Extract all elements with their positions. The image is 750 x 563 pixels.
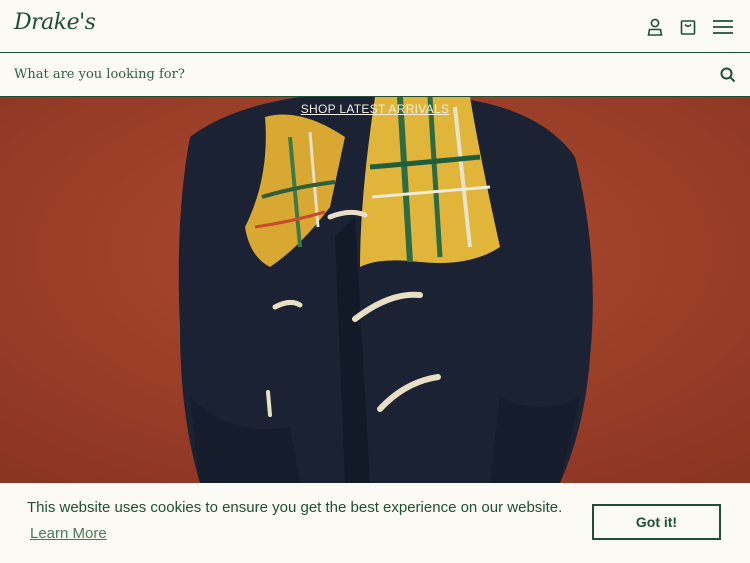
search-bar (0, 53, 750, 97)
bag-icon[interactable] (677, 16, 699, 38)
account-icon[interactable] (644, 16, 666, 38)
site-header: Drake's (0, 0, 750, 53)
menu-icon[interactable] (712, 16, 734, 38)
hero-banner[interactable]: SHOP LATEST ARRIVALS (0, 97, 750, 483)
brand-logo[interactable]: Drake's (14, 10, 96, 35)
accept-cookies-button[interactable]: Got it! (592, 504, 721, 540)
hero-image (0, 97, 750, 483)
shop-latest-arrivals-link[interactable]: SHOP LATEST ARRIVALS (0, 102, 750, 116)
search-icon[interactable] (718, 65, 738, 85)
cookie-banner: This website uses cookies to ensure you … (0, 483, 750, 563)
learn-more-link[interactable]: Learn More (30, 525, 107, 542)
search-input[interactable] (14, 53, 704, 95)
cookie-message: This website uses cookies to ensure you … (27, 499, 563, 516)
